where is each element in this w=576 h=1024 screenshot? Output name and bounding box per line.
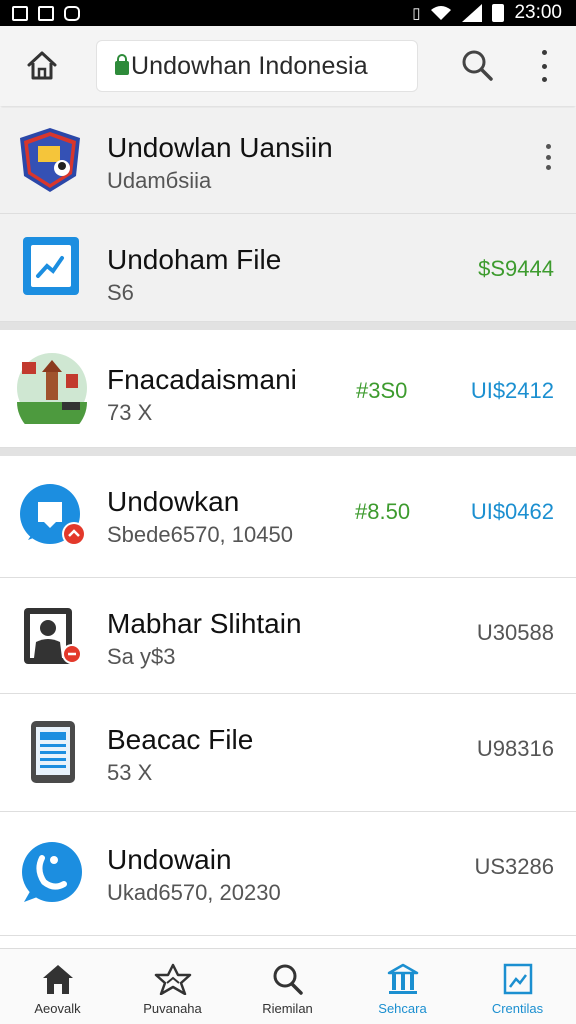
list-item-price-alt: UI$0462 (470, 499, 554, 524)
nav-label: Puvanaha (143, 1001, 202, 1016)
list-item-title: Undoham File (107, 244, 282, 275)
list-item[interactable]: Undowlan Uansiin Udamбsiia (0, 108, 576, 214)
bank-icon (387, 963, 418, 994)
list-item-price: US3286 (474, 854, 554, 879)
search-icon (273, 964, 303, 995)
status-left-icons (12, 5, 80, 21)
battery-icon (492, 4, 505, 22)
photo-icon (38, 5, 54, 21)
divider (0, 322, 576, 330)
vibrate-icon: ▯ (412, 5, 421, 22)
list-item[interactable]: Undowkan Sbede6570, 10450 #8.50 UI$0462 (0, 456, 576, 578)
list-item-price: #3S0 (356, 378, 408, 403)
list-item[interactable]: Beacac File 53 X U98316 (0, 694, 576, 812)
wifi-icon (431, 6, 452, 20)
list-item-title: Beacac File (107, 724, 254, 755)
status-bar: ▯ 23:00 (0, 0, 576, 26)
address-text: Undowhan Indonesia (131, 51, 368, 80)
nav-item-gallery[interactable]: Crentilas (460, 949, 575, 1024)
list-item[interactable]: Undowain Ukad6570, 20230 US3286 (0, 812, 576, 936)
list-item-subtitle: Sa y$3 (107, 644, 176, 669)
star-icon (154, 963, 191, 995)
list-item-subtitle: 53 X (107, 760, 153, 785)
address-bar[interactable]: Undowhan Indonesia (96, 40, 418, 92)
list-item-price-alt: UI$2412 (470, 378, 554, 403)
image-icon (503, 963, 532, 995)
status-time: 23:00 (514, 2, 562, 23)
chat-icon (64, 5, 80, 21)
list-item-price: U98316 (476, 736, 554, 761)
list-item[interactable]: Fnacadaismani 73 X #3S0 UI$2412 (0, 330, 576, 448)
list-item-subtitle: 73 X (107, 400, 153, 425)
nav-item-favorites[interactable]: Puvanaha (115, 949, 230, 1024)
nav-label: Crentilas (491, 1001, 544, 1016)
list-item-title: Fnacadaismani (107, 364, 297, 395)
more-vert-icon[interactable] (544, 144, 552, 170)
image-icon (12, 5, 28, 21)
list-item-title: Undowain (107, 844, 232, 875)
list-item-price: U30588 (476, 620, 554, 645)
list-item-price: #8.50 (355, 499, 411, 524)
chart-file-icon (23, 237, 79, 295)
tablet-app-icon (31, 721, 75, 783)
list-item-title: Mabhar Slihtain (107, 608, 302, 639)
search-icon[interactable] (460, 48, 494, 82)
list-item-title: Undowlan Uansiin (107, 132, 333, 163)
list-item[interactable]: Mabhar Slihtain Sa y$3 U30588 (0, 578, 576, 694)
more-vert-icon[interactable] (534, 50, 554, 82)
message-app-icon (20, 484, 86, 546)
list-item-title: Undowkan (107, 486, 240, 517)
list-item-subtitle: S6 (107, 280, 134, 305)
list-item-subtitle: Ukad6570, 20230 (107, 880, 281, 905)
temple-app-icon (17, 353, 87, 424)
bottom-nav: Aeovalk Puvanaha Riemilan Sehcara Crenti… (0, 948, 576, 1024)
nav-item-home[interactable]: Aeovalk (0, 949, 115, 1024)
home-icon[interactable] (24, 48, 60, 84)
person-app-icon (24, 608, 82, 664)
list-item-price: $S9444 (478, 256, 554, 281)
nav-label: Riemilan (262, 1001, 313, 1016)
list-item-subtitle: Udamбsiia (107, 168, 212, 193)
phone-bubble-app-icon (22, 842, 82, 902)
lock-icon (115, 54, 129, 75)
signal-icon (462, 4, 483, 22)
list-item[interactable]: Undoham File S6 $S9444 (0, 214, 576, 322)
nav-item-search[interactable]: Riemilan (230, 949, 345, 1024)
list-item-subtitle: Sbede6570, 10450 (107, 522, 293, 547)
nav-label: Aeovalk (34, 1001, 81, 1016)
status-right-icons: ▯ 23:00 (412, 2, 562, 24)
shield-app-icon (20, 128, 80, 192)
browser-toolbar: Undowhan Indonesia (0, 26, 576, 106)
nav-label: Sehcara (378, 1001, 427, 1016)
divider (0, 448, 576, 456)
home-icon (42, 965, 73, 994)
nav-item-bank[interactable]: Sehcara (345, 949, 460, 1024)
